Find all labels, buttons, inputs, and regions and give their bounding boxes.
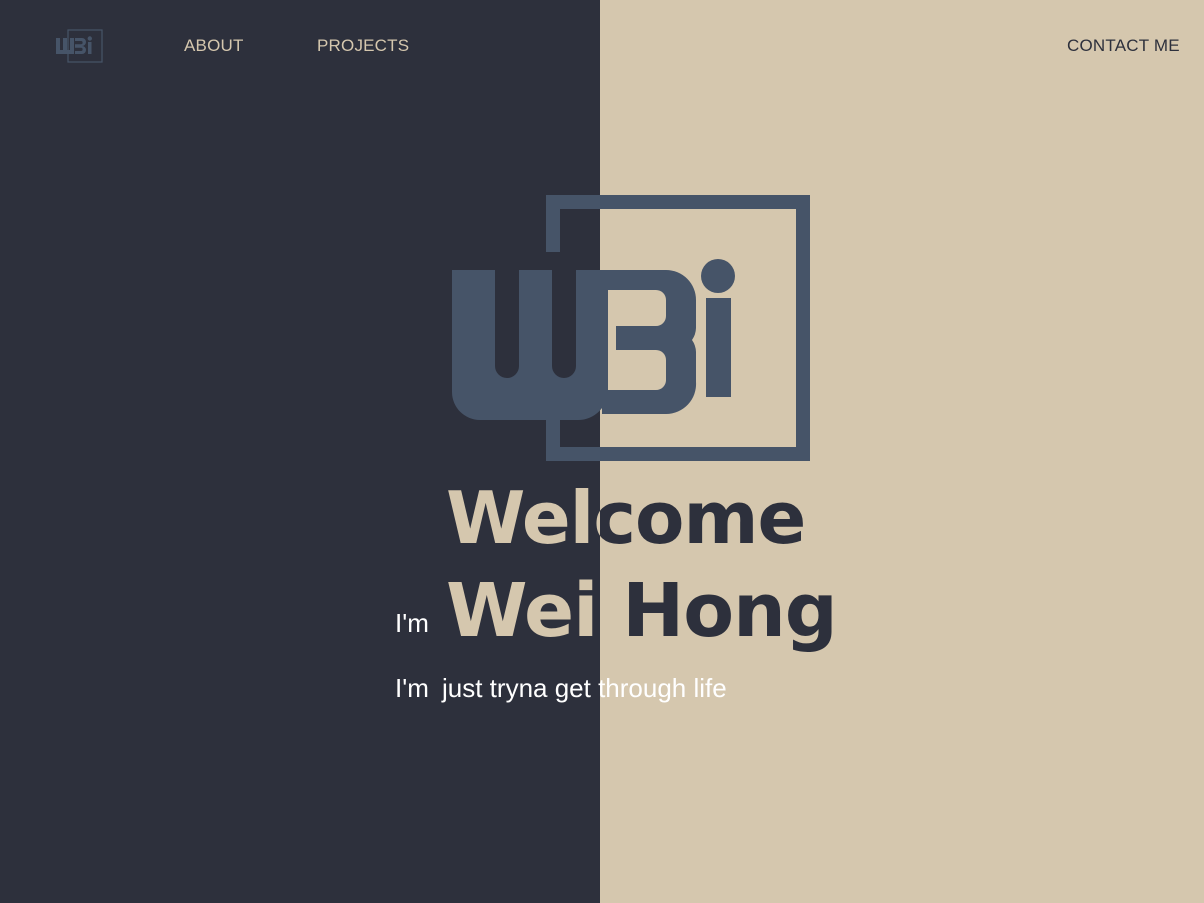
nav-projects-link[interactable]: PROJECTS <box>317 36 409 56</box>
nav-about-link[interactable]: ABOUT <box>184 36 244 56</box>
wbi-logo-icon[interactable] <box>54 28 104 64</box>
welcome-heading: Welcome <box>446 478 846 558</box>
tagline-prefix: I'm <box>395 673 429 703</box>
nav-contact-link[interactable]: CONTACT ME <box>1067 36 1180 56</box>
tagline-text: just tryna get through life <box>442 673 727 703</box>
name-heading: Wei Hong <box>446 568 866 654</box>
wbi-hero-logo <box>452 195 810 461</box>
im-prefix: I'm <box>395 608 429 638</box>
